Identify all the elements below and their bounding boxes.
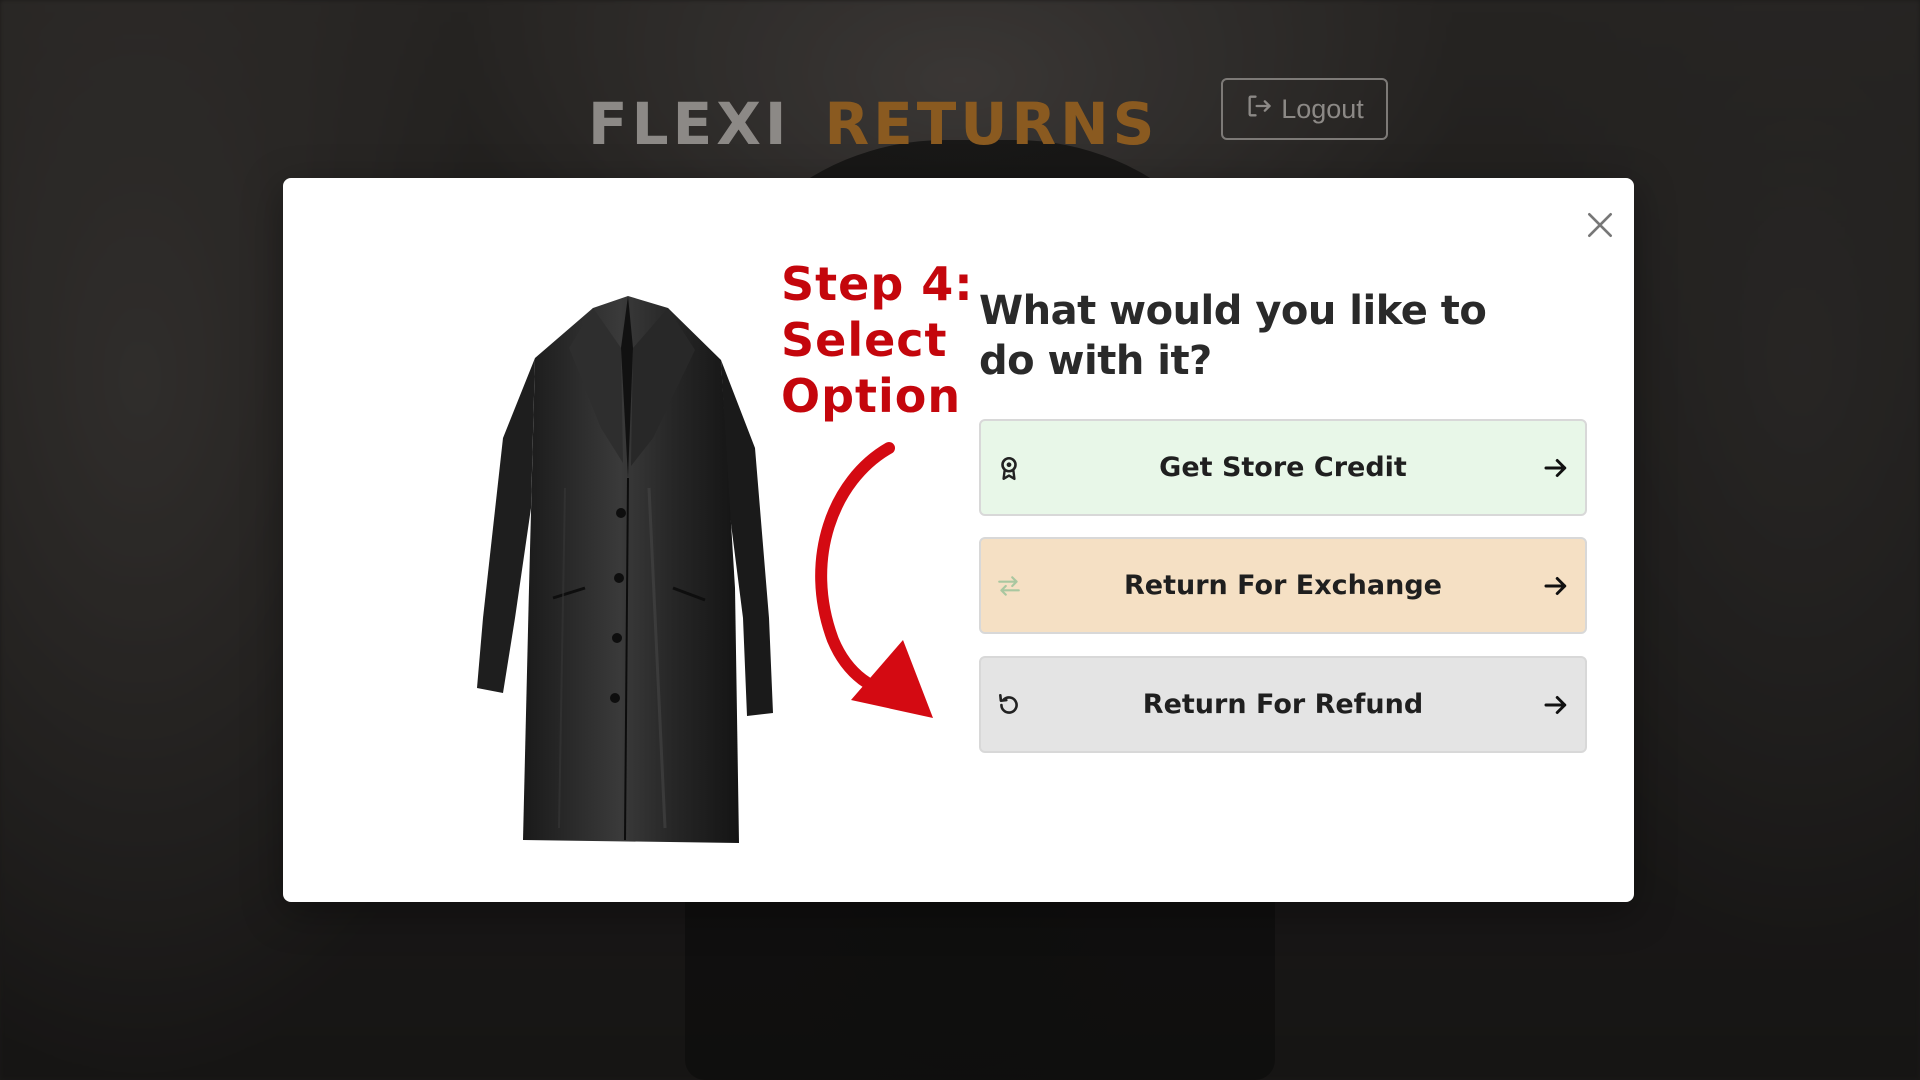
brand-logo: FLEXI RETURNS bbox=[588, 90, 1158, 158]
exchange-option-button[interactable]: Return For Exchange bbox=[979, 537, 1587, 634]
annotation-line-1: Step 4: bbox=[781, 257, 974, 311]
logout-icon bbox=[1245, 92, 1273, 127]
close-button[interactable] bbox=[1575, 200, 1625, 250]
refund-label: Return For Refund bbox=[1142, 689, 1424, 720]
logo-text-returns: RETURNS bbox=[824, 90, 1159, 158]
award-icon bbox=[995, 454, 1023, 482]
logo-text-flexi: FLEXI bbox=[588, 90, 791, 158]
step-annotation: Step 4: Select Option bbox=[781, 256, 981, 424]
close-icon bbox=[1588, 213, 1612, 237]
arrow-right-icon bbox=[1544, 695, 1567, 714]
logout-label: Logout bbox=[1281, 93, 1364, 124]
refund-option-button[interactable]: Return For Refund bbox=[979, 656, 1587, 753]
modal-question-heading: What would you like to do with it? bbox=[979, 288, 1487, 384]
product-image bbox=[473, 288, 783, 848]
curved-arrow-icon bbox=[793, 440, 943, 720]
arrow-right-icon bbox=[1544, 576, 1567, 595]
arrow-right-icon bbox=[1544, 458, 1567, 477]
annotation-line-2: Select bbox=[781, 313, 948, 367]
exchange-icon bbox=[995, 572, 1023, 600]
undo-icon bbox=[995, 691, 1023, 719]
page: FLEXI RETURNS Logout Step 4: Select Opti… bbox=[0, 0, 1920, 1080]
logout-button[interactable]: Logout bbox=[1221, 78, 1388, 140]
annotation-line-3: Option bbox=[781, 369, 962, 423]
return-options-modal: Step 4: Select Option What would you lik… bbox=[283, 178, 1634, 902]
exchange-label: Return For Exchange bbox=[1124, 570, 1442, 601]
store-credit-label: Get Store Credit bbox=[1159, 452, 1407, 483]
store-credit-option-button[interactable]: Get Store Credit bbox=[979, 419, 1587, 516]
